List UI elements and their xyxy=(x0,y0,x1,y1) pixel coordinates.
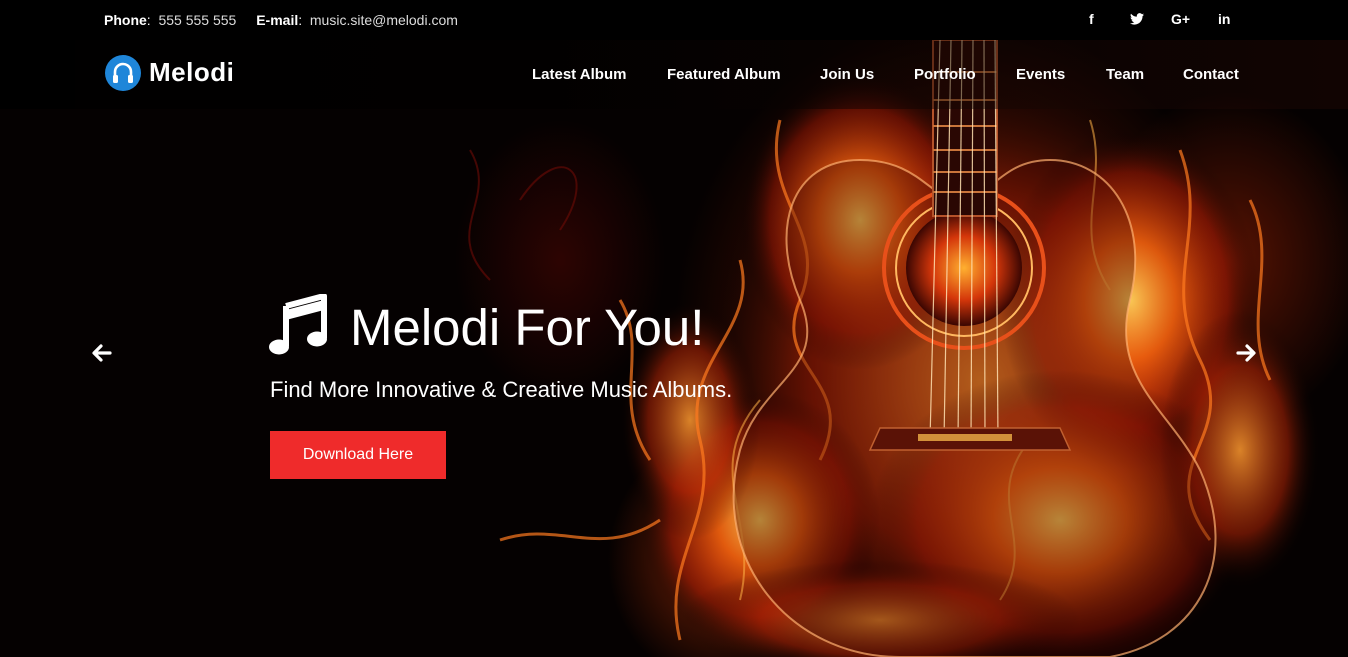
nav-contact[interactable]: Contact xyxy=(1183,66,1239,83)
facebook-icon[interactable]: f xyxy=(1089,11,1094,27)
nav-team[interactable]: Team xyxy=(1106,66,1144,83)
nav-featured-album[interactable]: Featured Album xyxy=(667,66,781,83)
phone-value: 555 555 555 xyxy=(158,12,237,28)
slider-next-arrow-icon[interactable] xyxy=(1236,342,1258,364)
music-note-icon xyxy=(268,293,328,356)
headphones-icon xyxy=(105,55,141,91)
email-value[interactable]: music.site@melodi.com xyxy=(310,12,458,28)
phone-label: Phone xyxy=(104,12,147,28)
google-plus-icon[interactable]: G+ xyxy=(1171,11,1190,27)
top-bar: Phone: 555 555 555 E-mail: music.site@me… xyxy=(0,0,1348,40)
linkedin-icon[interactable]: in xyxy=(1218,11,1230,27)
hero-title: Melodi For You! xyxy=(350,299,705,356)
nav-events[interactable]: Events xyxy=(1016,66,1065,83)
email-label: E-mail xyxy=(256,12,299,28)
nav-portfolio[interactable]: Portfolio xyxy=(914,66,976,83)
hero-subtitle: Find More Innovative & Creative Music Al… xyxy=(270,377,733,402)
nav-latest-album[interactable]: Latest Album xyxy=(532,66,626,83)
contact-info: Phone: 555 555 555 E-mail: music.site@me… xyxy=(104,12,458,28)
main-navbar: Melodi Latest Album Featured Album Join … xyxy=(0,40,1348,109)
twitter-icon[interactable] xyxy=(1130,12,1144,28)
nav-join-us[interactable]: Join Us xyxy=(820,66,874,83)
download-button[interactable]: Download Here xyxy=(270,431,446,479)
slider-prev-arrow-icon[interactable] xyxy=(90,342,112,364)
brand-name: Melodi xyxy=(149,57,235,87)
